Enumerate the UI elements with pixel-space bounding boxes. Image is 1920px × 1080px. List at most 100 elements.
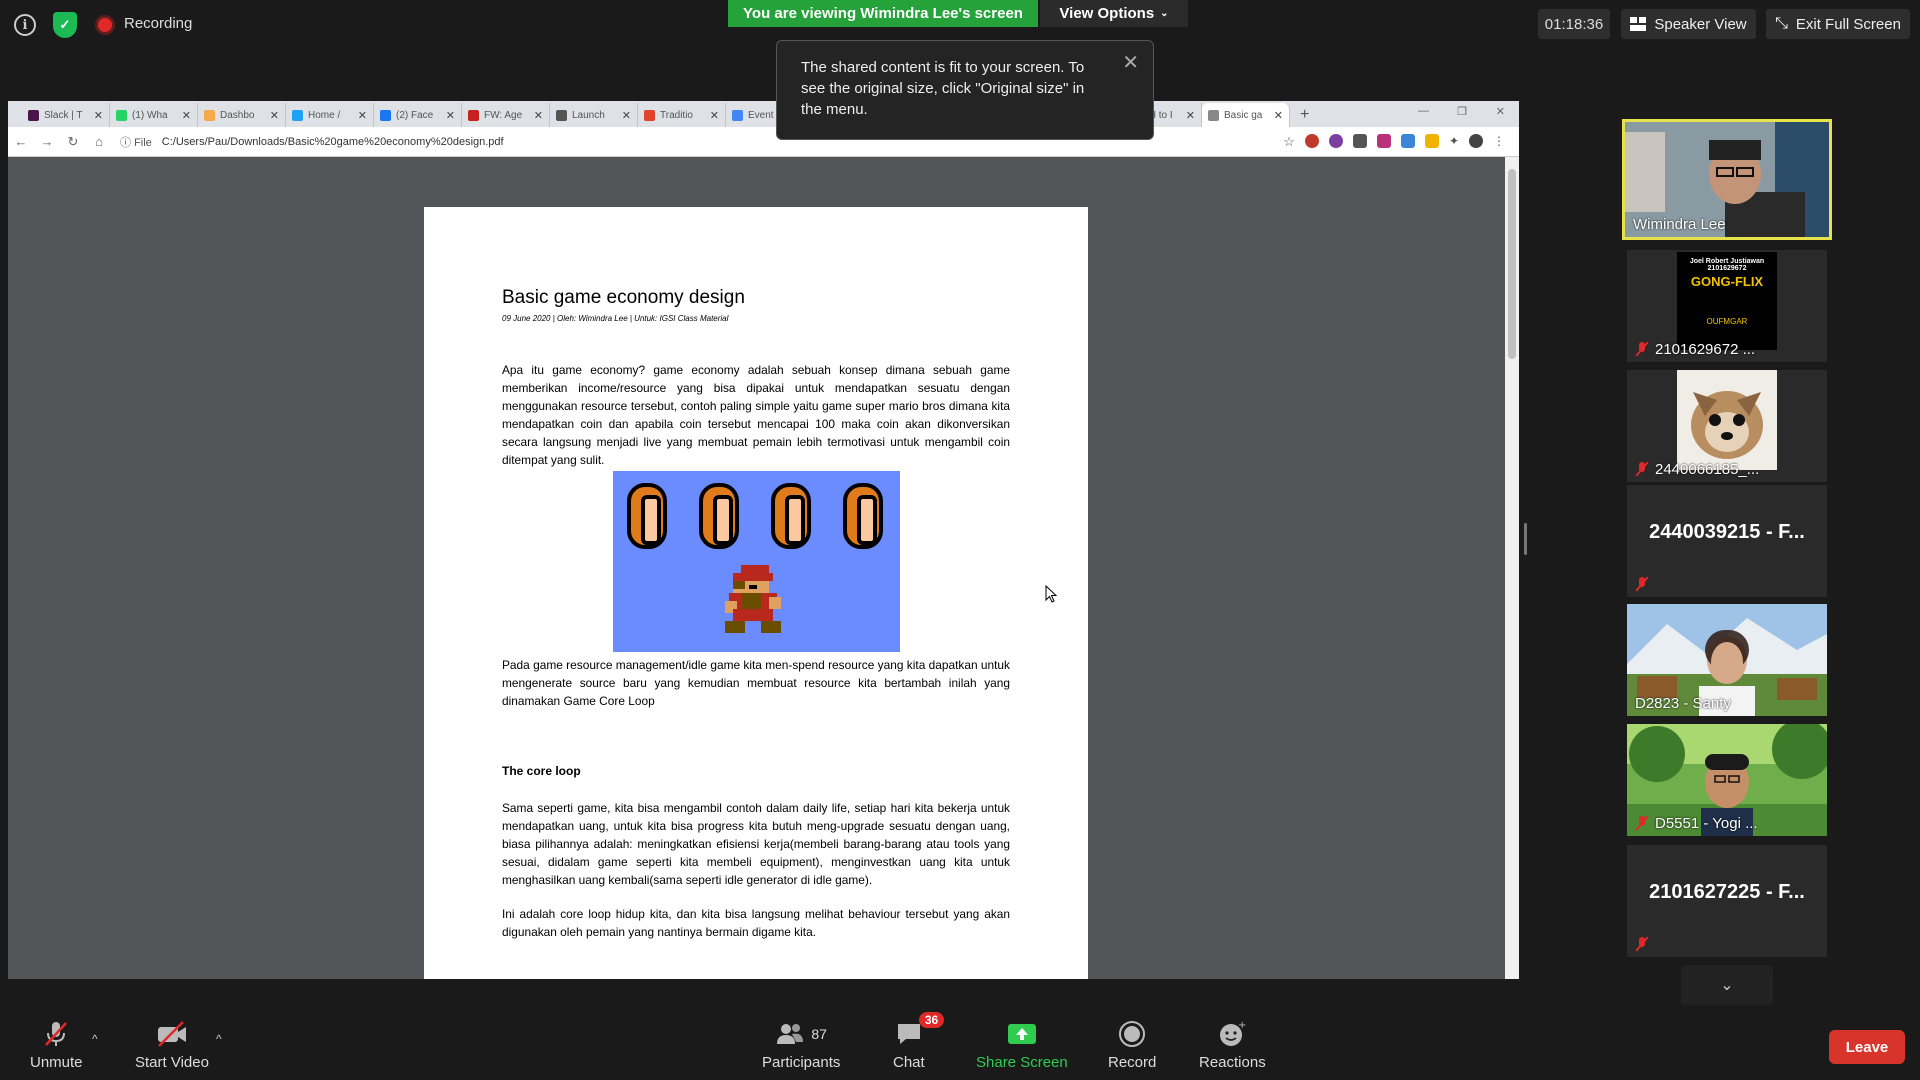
document-paragraph: Ini adalah core loop hidup kita, dan kit…	[502, 907, 1010, 939]
record-button[interactable]: Record	[1108, 1020, 1156, 1071]
participant-tile[interactable]: Joel Robert Justiawan 2101629672 GONG-FL…	[1627, 250, 1827, 362]
participant-poster: Joel Robert Justiawan 2101629672 GONG-FL…	[1677, 252, 1777, 350]
browser-tab[interactable]: Dashbo ✕	[198, 103, 286, 127]
participant-name: Wimindra Lee	[1633, 216, 1726, 233]
browser-tab[interactable]: Home / ✕	[286, 103, 374, 127]
new-tab-icon[interactable]: +	[1300, 106, 1309, 124]
view-options-label: View Options	[1059, 5, 1155, 22]
participant-tile[interactable]: Wimindra Lee	[1622, 119, 1832, 240]
home-icon: ⌂	[95, 134, 103, 149]
close-window-icon: ✕	[1495, 106, 1505, 118]
tab-close-icon[interactable]: ✕	[1274, 109, 1283, 122]
document-paragraph: Pada game resource management/idle game …	[502, 658, 1010, 708]
chat-button[interactable]: 36 Chat	[893, 1012, 945, 1071]
chat-unread-badge: 36	[918, 1012, 945, 1028]
tab-close-icon[interactable]: ✕	[270, 109, 279, 122]
extension-icon	[1328, 134, 1343, 148]
tab-label: Basic ga	[1224, 109, 1263, 121]
audio-options-caret-icon[interactable]: ^	[92, 1032, 98, 1046]
browser-tab-bar: Slack | T ✕ (1) Wha ✕ Dashbo ✕ Home / ✕ (2) Face…	[8, 101, 1519, 127]
muted-mic-icon	[1635, 462, 1649, 476]
tab-favicon-icon	[644, 109, 655, 121]
exit-fullscreen-button[interactable]: ⤡ Exit Full Screen	[1766, 9, 1910, 39]
tab-label: Launch	[572, 109, 605, 121]
participants-button[interactable]: 87 Participants	[762, 1020, 840, 1071]
tab-close-icon[interactable]: ✕	[710, 109, 719, 122]
gallery-scroll-down-button[interactable]: ⌄	[1681, 965, 1773, 1005]
browser-tab[interactable]: Launch ✕	[550, 103, 638, 127]
mario-coins-image	[613, 471, 900, 652]
unmute-button[interactable]: Unmute	[30, 1020, 83, 1071]
tab-label: Home /	[308, 109, 341, 121]
pdf-scrollbar	[1505, 157, 1519, 979]
tab-favicon-icon	[468, 109, 479, 121]
tab-close-icon[interactable]: ✕	[94, 109, 103, 122]
chat-icon: 36	[895, 1012, 945, 1048]
participant-avatar	[1677, 370, 1777, 470]
leave-meeting-button[interactable]: Leave	[1829, 1030, 1905, 1064]
participant-tile[interactable]: 2101627225 - F...	[1627, 845, 1827, 957]
tab-favicon-icon	[380, 109, 391, 121]
browser-tab[interactable]: (2) Face ✕	[374, 103, 462, 127]
document-meta: 09 June 2020 | Oleh: Wimindra Lee | Untu…	[502, 314, 729, 323]
reactions-button[interactable]: + Reactions	[1199, 1020, 1266, 1071]
view-options-button[interactable]: View Options ⌄	[1040, 0, 1188, 27]
menu-dots-icon: ⋮	[1493, 134, 1505, 148]
browser-tab[interactable]: Basic ga ✕	[1202, 103, 1290, 127]
forward-icon: →	[40, 134, 54, 149]
video-options-caret-icon[interactable]: ^	[216, 1032, 222, 1046]
document-paragraph: Sama seperti game, kita bisa mengambil c…	[502, 801, 1010, 887]
mouse-cursor-icon	[1045, 585, 1057, 603]
share-screen-button[interactable]: Share Screen	[976, 1020, 1068, 1071]
extension-icon	[1376, 134, 1391, 148]
meeting-toolbar: Unmute ^ Start Video ^ 87 Participants 3…	[0, 1010, 1920, 1080]
tooltip-text: The shared content is fit to your screen…	[801, 59, 1085, 118]
tab-close-icon[interactable]: ✕	[182, 109, 191, 122]
tab-close-icon[interactable]: ✕	[534, 109, 543, 122]
participant-tile[interactable]: D2823 - Santy	[1627, 604, 1827, 716]
participants-count: 87	[811, 1026, 827, 1042]
panel-resize-handle[interactable]	[1524, 523, 1527, 555]
minimize-icon: —	[1418, 105, 1429, 117]
tab-favicon-icon	[116, 109, 127, 121]
speaker-view-button[interactable]: Speaker View	[1621, 9, 1756, 39]
participant-tile[interactable]: 2440039215 - F...	[1627, 485, 1827, 597]
participant-tile[interactable]: 2440066185_...	[1627, 370, 1827, 482]
participants-icon: 87	[775, 1020, 827, 1048]
chevron-down-icon: ⌄	[1160, 8, 1169, 19]
reactions-smiley-icon: +	[1218, 1020, 1246, 1048]
muted-mic-icon	[1635, 342, 1649, 356]
browser-tab[interactable]: Slack | T ✕	[22, 103, 110, 127]
tab-label: Event	[748, 109, 774, 121]
profile-avatar-icon	[1469, 134, 1483, 148]
muted-mic-icon	[1635, 937, 1649, 951]
file-scheme-label: ⓘ File	[120, 136, 152, 149]
tab-label: Dashbo	[220, 109, 255, 121]
reactions-label: Reactions	[1199, 1054, 1266, 1071]
tab-label: Traditio	[660, 109, 693, 121]
recording-indicator-icon	[98, 18, 112, 32]
section-heading: The core loop	[502, 764, 581, 778]
security-shield-icon[interactable]: ✓	[53, 12, 77, 38]
tab-close-icon[interactable]: ✕	[1186, 109, 1195, 122]
start-video-label: Start Video	[135, 1054, 209, 1071]
back-icon: ←	[14, 134, 28, 149]
participant-name: D5551 - Yogi ...	[1655, 815, 1758, 832]
tab-close-icon[interactable]: ✕	[358, 109, 367, 122]
tab-close-icon[interactable]: ✕	[622, 109, 631, 122]
tab-close-icon[interactable]: ✕	[446, 109, 455, 122]
reload-icon: ↻	[67, 133, 79, 149]
browser-tab[interactable]: Traditio ✕	[638, 103, 726, 127]
participant-tile[interactable]: D5551 - Yogi ...	[1627, 724, 1827, 836]
browser-tab[interactable]: (1) Wha ✕	[110, 103, 198, 127]
browser-tab[interactable]: FW: Age ✕	[462, 103, 550, 127]
tab-favicon-icon	[1208, 109, 1219, 121]
close-icon[interactable]: ✕	[1122, 53, 1139, 74]
start-video-button[interactable]: Start Video	[135, 1020, 209, 1071]
chevron-down-icon: ⌄	[1720, 977, 1734, 994]
tab-label: (2) Face	[396, 109, 434, 121]
info-icon[interactable]: i	[14, 14, 36, 36]
participant-name: 2440039215 - F...	[1649, 521, 1805, 543]
pdf-page: Basic game economy design 09 June 2020 |…	[424, 207, 1088, 979]
exit-fullscreen-icon: ⤡	[1775, 15, 1788, 32]
